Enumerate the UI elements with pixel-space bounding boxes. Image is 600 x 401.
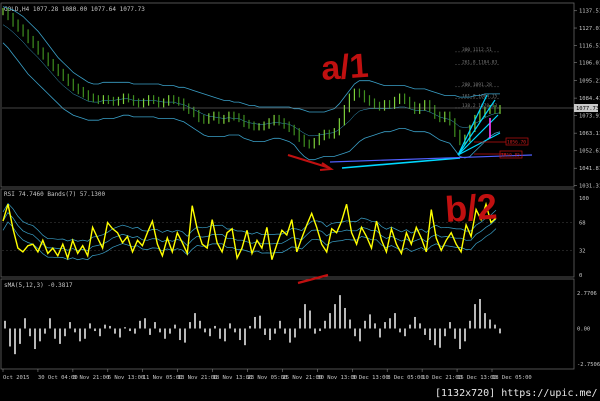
rsi-tick-label: 0 xyxy=(579,273,582,279)
price-tick-label: 1095.21 xyxy=(579,78,600,84)
time-tick-label: 3 Dec 13:00 xyxy=(352,375,388,381)
price-tick-label: 1127.01 xyxy=(579,26,600,32)
current-price-label: 1077.73 xyxy=(576,106,599,112)
price-tick-label: 1052.61 xyxy=(579,148,600,154)
trading-chart[interactable]: GOLD,H4 1077.28 1080.00 1077.64 1077.73 … xyxy=(0,0,600,401)
time-tick-label: 10 Dec 21:00 xyxy=(422,375,462,381)
macd-tick-label: 2.7706 xyxy=(577,291,597,297)
time-tick-label: 25 Nov 21:00 xyxy=(282,375,322,381)
fib-level-label: 200 1091.28 xyxy=(462,82,492,88)
rsi-panel-header: RSI 74.7460 Bands(7) 57.1300 xyxy=(4,191,106,198)
time-tick-label: 6 Nov 13:00 xyxy=(108,375,144,381)
price-tick-label: 1073.91 xyxy=(579,113,600,119)
rsi-tick-label: 68 xyxy=(579,221,586,227)
rsi-tick-label: 100 xyxy=(579,196,589,202)
macd-panel-header: sMA(5,12,3) -0.3817 xyxy=(4,282,73,289)
price-tick-label: 1137.51 xyxy=(579,9,600,15)
fib-level-label: 300 1112.51 xyxy=(462,47,492,53)
time-tick-label: 11 Nov 05:00 xyxy=(143,375,183,381)
price-panel-header: GOLD,H4 1077.28 1080.00 1077.64 1077.73 xyxy=(4,6,145,13)
price-tick-label: 1041.81 xyxy=(579,166,600,172)
time-tick-label: Oct 2015 xyxy=(3,375,30,381)
time-tick-label: 18 Dec 05:00 xyxy=(492,375,532,381)
time-tick-label: 23 Nov 05:00 xyxy=(248,375,288,381)
price-tick-label: 1106.01 xyxy=(579,61,600,67)
annotation-wave-b: b/2 xyxy=(444,185,499,230)
time-tick-label: 13 Nov 21:00 xyxy=(178,375,218,381)
chart-background xyxy=(0,0,600,401)
rsi-tick-label: 32 xyxy=(579,248,586,254)
time-tick-label: 18 Nov 13:00 xyxy=(213,375,253,381)
time-tick-label: 8 Dec 05:00 xyxy=(387,375,423,381)
annotation-wave-a: a/1 xyxy=(320,47,370,88)
time-tick-label: 30 Nov 13:00 xyxy=(317,375,357,381)
price-tick-label: 1031.31 xyxy=(579,183,600,189)
price-tag-text-1: 1056.70 xyxy=(507,140,526,146)
macd-tick-label: -2.7506 xyxy=(577,362,600,368)
time-tick-label: 15 Dec 13:00 xyxy=(457,375,497,381)
time-tick-label: 3 Nov 21:00 xyxy=(73,375,109,381)
fib-level-label: 261.8 1104.83 xyxy=(462,60,498,66)
fib-level-label: 161.8 1084.15 xyxy=(462,94,498,100)
time-tick-label: 30 Oct 04:00 xyxy=(38,375,78,381)
price-tag-text-2: 1050.85 xyxy=(501,153,520,159)
price-tick-label: 1084.41 xyxy=(579,96,600,102)
macd-tick-label: 0.00 xyxy=(577,327,590,333)
price-tick-label: 1116.51 xyxy=(579,43,600,49)
price-tick-label: 1063.11 xyxy=(579,131,600,137)
watermark-text: [1132x720] https://upic.me/ xyxy=(435,388,598,399)
